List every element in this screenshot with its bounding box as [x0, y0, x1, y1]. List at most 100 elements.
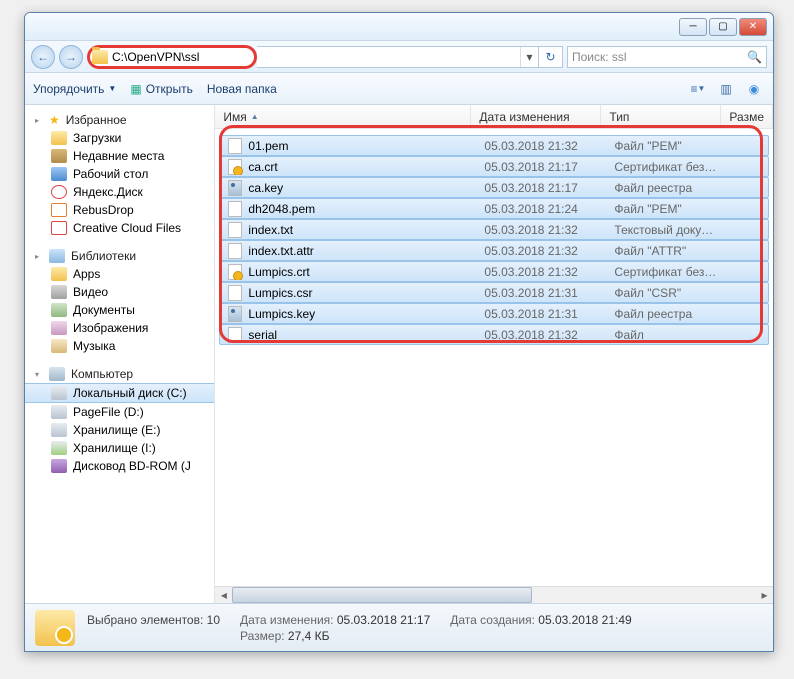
sidebar: ▸ ★ Избранное ЗагрузкиНедавние местаРабо… — [25, 105, 215, 603]
horizontal-scrollbar[interactable]: ◂ ▸ — [215, 586, 773, 603]
favorites-header[interactable]: ▸ ★ Избранное — [25, 111, 214, 129]
titlebar: ─ ▢ ✕ — [25, 13, 773, 41]
sidebar-item[interactable]: Музыка — [25, 337, 214, 355]
scroll-track[interactable] — [232, 587, 756, 603]
file-type: Файл "PEM" — [606, 202, 726, 216]
minimize-button[interactable]: ─ — [679, 18, 707, 36]
file-date: 05.03.2018 21:32 — [476, 139, 606, 153]
file-icon — [228, 243, 242, 259]
organize-button[interactable]: Упорядочить ▼ — [33, 82, 116, 96]
newfolder-label: Новая папка — [207, 82, 277, 96]
libapps-icon — [51, 267, 67, 281]
sidebar-item[interactable]: Creative Cloud Files — [25, 219, 214, 237]
computer-header[interactable]: ▾ Компьютер — [25, 365, 214, 383]
address-highlight — [87, 45, 257, 69]
search-box[interactable]: Поиск: ssl 🔍 — [567, 46, 767, 68]
file-date: 05.03.2018 21:17 — [476, 181, 606, 195]
file-row[interactable]: ca.crt05.03.2018 21:17Сертификат безо... — [219, 156, 769, 177]
file-icon — [228, 222, 242, 238]
address-tail: ▾ ↻ — [257, 46, 563, 68]
chevron-down-icon: ▼ — [108, 84, 116, 93]
file-date: 05.03.2018 21:31 — [476, 286, 606, 300]
help-button[interactable]: ◉ — [743, 79, 765, 99]
col-type[interactable]: Тип — [601, 105, 721, 128]
file-name: ca.key — [248, 181, 283, 195]
sidebar-item[interactable]: Дисковод BD-ROM (J — [25, 457, 214, 475]
main-pane: Имя ▲ Дата изменения Тип Разме 01.pem 05.… — [215, 105, 773, 603]
back-button[interactable]: ← — [31, 45, 55, 69]
cc-icon — [51, 221, 67, 235]
library-icon — [49, 249, 65, 263]
sidebar-item[interactable]: Локальный диск (C:) — [25, 383, 214, 403]
file-name: Lumpics.csr — [248, 286, 312, 300]
maximize-button[interactable]: ▢ — [709, 18, 737, 36]
file-row[interactable]: index.txt.attr05.03.2018 21:32Файл "ATTR… — [219, 240, 769, 261]
col-name[interactable]: Имя ▲ — [215, 105, 471, 128]
status-selection: Выбрано элементов: 10 — [87, 613, 220, 627]
statusbar-text: Выбрано элементов: 10 Дата изменения: 05… — [87, 613, 632, 643]
forward-button[interactable]: → — [59, 45, 83, 69]
address-input[interactable] — [112, 50, 252, 64]
toolbar-right: ≡ ▼ ▥ ◉ — [687, 79, 765, 99]
body: ▸ ★ Избранное ЗагрузкиНедавние местаРабо… — [25, 105, 773, 603]
sidebar-item[interactable]: Видео — [25, 283, 214, 301]
libdoc-icon — [51, 303, 67, 317]
file-icon — [228, 285, 242, 301]
sidebar-item[interactable]: Изображения — [25, 319, 214, 337]
search-placeholder: Поиск: ssl — [572, 50, 627, 64]
yadisk-icon — [51, 185, 67, 199]
file-type: Сертификат безо... — [606, 160, 726, 174]
close-button[interactable]: ✕ — [739, 18, 767, 36]
file-date: 05.03.2018 21:32 — [476, 223, 606, 237]
file-row[interactable]: Lumpics.key05.03.2018 21:31Файл реестра — [219, 303, 769, 324]
sidebar-item[interactable]: Хранилище (I:) — [25, 439, 214, 457]
file-type: Файл "ATTR" — [606, 244, 726, 258]
sidebar-item[interactable]: Apps — [25, 265, 214, 283]
file-row[interactable]: Lumpics.crt05.03.2018 21:32Сертификат бе… — [219, 261, 769, 282]
newfolder-button[interactable]: Новая папка — [207, 82, 277, 96]
scroll-right-icon[interactable]: ▸ — [756, 588, 773, 602]
address-dropdown[interactable]: ▾ — [520, 47, 538, 67]
view-button[interactable]: ≡ ▼ — [687, 79, 709, 99]
file-row[interactable]: dh2048.pem05.03.2018 21:24Файл "PEM" — [219, 198, 769, 219]
col-name-label: Имя — [223, 110, 246, 124]
refresh-button[interactable]: ↻ — [538, 47, 562, 67]
explorer-window: ─ ▢ ✕ ← → ▾ ↻ Поиск: ssl 🔍 Упорядочить ▼… — [24, 12, 774, 652]
file-row[interactable]: 01.pem 05.03.2018 21:32Файл "PEM" — [219, 135, 769, 156]
status-size-value: 27,4 КБ — [288, 629, 330, 643]
sidebar-item[interactable]: Яндекс.Диск — [25, 183, 214, 201]
file-name: index.txt.attr — [248, 244, 313, 258]
file-row[interactable]: ca.key05.03.2018 21:17Файл реестра — [219, 177, 769, 198]
computer-icon — [49, 367, 65, 381]
sidebar-item[interactable]: PageFile (D:) — [25, 403, 214, 421]
preview-pane-button[interactable]: ▥ — [715, 79, 737, 99]
bdrom-icon — [51, 459, 67, 473]
scroll-left-icon[interactable]: ◂ — [215, 588, 232, 602]
navbar: ← → ▾ ↻ Поиск: ssl 🔍 — [25, 41, 773, 73]
sidebar-item[interactable]: Хранилище (E:) — [25, 421, 214, 439]
file-row[interactable]: index.txt05.03.2018 21:32Текстовый докум… — [219, 219, 769, 240]
file-type: Файл "PEM" — [606, 139, 726, 153]
open-button[interactable]: ▦ Открыть — [130, 82, 192, 96]
scroll-thumb[interactable] — [232, 587, 532, 603]
file-date: 05.03.2018 21:32 — [476, 265, 606, 279]
sidebar-item[interactable]: Документы — [25, 301, 214, 319]
sidebar-computer: ▾ Компьютер Локальный диск (C:)PageFile … — [25, 365, 214, 475]
file-icon — [228, 180, 242, 196]
sidebar-item[interactable]: Загрузки — [25, 129, 214, 147]
status-create-value: 05.03.2018 21:49 — [538, 613, 631, 627]
file-icon — [228, 159, 242, 175]
libraries-header[interactable]: ▸ Библиотеки — [25, 247, 214, 265]
file-name: 01.pem — [248, 139, 288, 153]
sidebar-item[interactable]: Рабочий стол — [25, 165, 214, 183]
sidebar-item[interactable]: Недавние места — [25, 147, 214, 165]
sidebar-item[interactable]: RebusDrop — [25, 201, 214, 219]
file-date: 05.03.2018 21:31 — [476, 307, 606, 321]
file-icon — [228, 327, 242, 343]
file-row[interactable]: Lumpics.csr05.03.2018 21:31Файл "CSR" — [219, 282, 769, 303]
col-date[interactable]: Дата изменения — [471, 105, 601, 128]
file-row[interactable]: serial05.03.2018 21:32Файл — [219, 324, 769, 345]
rebus-icon — [51, 203, 67, 217]
col-size-label: Разме — [729, 110, 764, 124]
col-size[interactable]: Разме — [721, 105, 773, 128]
